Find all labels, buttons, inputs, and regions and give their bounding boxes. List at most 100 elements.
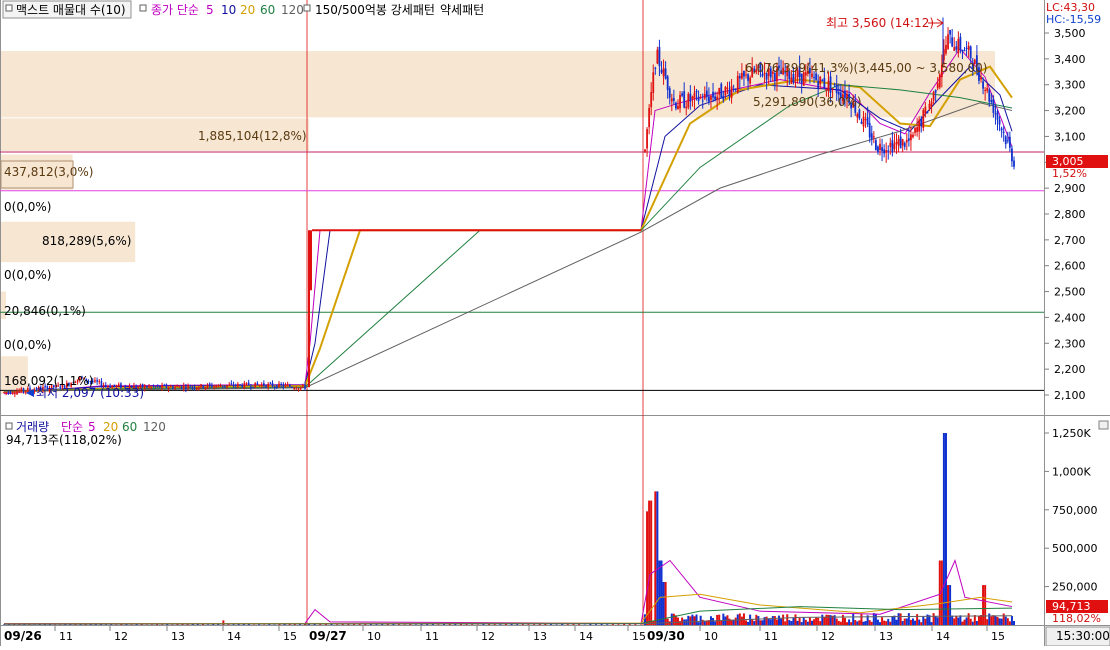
candle-body	[924, 107, 926, 114]
candle-body	[696, 91, 698, 92]
candle-body	[213, 386, 215, 387]
volume-bar	[978, 616, 980, 625]
candle-body	[906, 140, 908, 142]
volume-bar	[747, 622, 749, 625]
volume-bar	[811, 621, 813, 625]
volume-bar	[976, 621, 978, 625]
candle-body	[1001, 128, 1003, 130]
candle-body	[207, 385, 209, 388]
volume-bar	[947, 585, 949, 625]
candle-body	[918, 120, 920, 132]
candle-body	[211, 385, 213, 387]
volume-bar	[863, 622, 865, 625]
candle-body	[871, 133, 873, 139]
volume-bar	[803, 618, 805, 625]
candle-body	[937, 83, 939, 88]
candle-body	[159, 386, 161, 388]
volume-bar	[1005, 617, 1007, 625]
candle-body	[984, 90, 986, 91]
candle-body	[889, 143, 891, 147]
candle-body	[858, 110, 860, 119]
volume-bar	[797, 621, 799, 625]
candle-body	[986, 88, 988, 91]
candle-body	[280, 384, 282, 385]
volume-panel-toggle[interactable]	[1099, 421, 1108, 429]
candle-body	[267, 384, 269, 387]
candle-body	[300, 387, 302, 389]
profile-label: 1,885,104(12,8%)	[198, 129, 307, 143]
volume-ma-20: 20	[103, 420, 118, 434]
volume-bar	[883, 621, 885, 625]
volume-bar	[1007, 618, 1009, 625]
candle-body	[148, 387, 150, 388]
candle-body	[3, 392, 5, 393]
volume-bar	[778, 616, 780, 625]
stock-chart: 6,076,399(41,3%)(3,445,00 ~ 3,580,00)5,2…	[0, 0, 1110, 646]
candle-body	[244, 383, 246, 389]
candle-body	[992, 99, 994, 113]
candle-body	[920, 119, 922, 127]
volume-bar	[792, 618, 794, 625]
hour-label: 15	[283, 630, 297, 643]
candle-body	[724, 87, 726, 95]
candle-body	[650, 92, 652, 107]
candle-body	[739, 76, 741, 78]
candle-body	[289, 385, 291, 387]
candle-body	[228, 385, 230, 386]
candle-body	[879, 144, 881, 150]
volume-bar	[879, 622, 881, 625]
candle-body	[304, 385, 306, 389]
volume-bar	[900, 613, 902, 625]
candle-body	[1009, 137, 1011, 148]
candle-body	[945, 45, 947, 54]
candle-body	[962, 50, 964, 52]
volume-bar	[755, 615, 757, 625]
candle-body	[916, 127, 918, 132]
volume-bar	[922, 617, 924, 625]
volume-bar	[937, 617, 939, 625]
candle-body	[153, 385, 155, 386]
candle-body	[826, 89, 828, 90]
profile-label: 0(0,0%)	[4, 338, 51, 352]
candle-body	[687, 94, 689, 108]
candle-body	[5, 392, 7, 393]
volume-bar	[782, 615, 784, 625]
price-tick-label: 3,200	[1054, 105, 1086, 118]
candle-body	[887, 150, 889, 151]
hour-label: 13	[879, 630, 893, 643]
volume-bar	[774, 616, 776, 625]
candle-body	[861, 122, 863, 124]
date-label: 09/30	[647, 629, 685, 643]
candle-body	[896, 142, 898, 144]
volume-bar	[856, 621, 858, 625]
volume-bar	[1013, 621, 1015, 625]
candle-body	[716, 97, 718, 100]
volume-tick-label: 1,250K	[1052, 427, 1091, 440]
candle-body	[21, 388, 23, 391]
ma-label: 종가 단순	[151, 3, 199, 17]
volume-tick-label: 750,000	[1052, 504, 1098, 517]
candle-body	[667, 76, 669, 89]
volume-bar	[957, 618, 959, 625]
volume-bar	[722, 614, 724, 625]
volume-bar	[955, 616, 957, 625]
candle-body	[1003, 132, 1005, 133]
volume-bar	[759, 620, 761, 625]
candle-body	[183, 386, 185, 389]
candle-body	[239, 384, 241, 385]
candle-body	[196, 388, 198, 390]
candle-body	[12, 393, 14, 394]
volume-bar	[691, 615, 693, 625]
candle-body	[677, 106, 679, 110]
volume-bar	[992, 615, 994, 625]
volume-bar	[858, 620, 860, 625]
candle-body	[873, 136, 875, 137]
candle-body	[241, 385, 243, 387]
profile-label: 20,846(0,1%)	[4, 304, 86, 318]
volume-bar	[920, 622, 922, 625]
price-tick-label: 3,500	[1054, 27, 1086, 40]
volume-bar	[982, 585, 984, 625]
candle-body	[900, 137, 902, 149]
volume-bar	[848, 619, 850, 625]
candle-body	[813, 77, 815, 78]
